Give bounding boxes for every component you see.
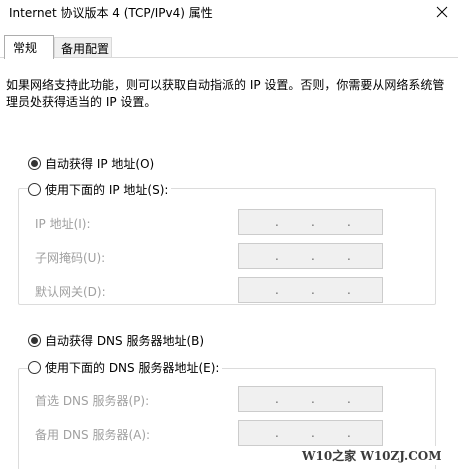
manual-dns-radio[interactable]: 使用下面的 DNS 服务器地址(E): — [28, 358, 223, 376]
radio-unselected-icon — [28, 182, 41, 196]
tab-panel-general: 如果网络支持此功能，则可以获取自动指派的 IP 设置。否则，你需要从网络系统管理… — [0, 57, 458, 469]
manual-dns-label: 使用下面的 DNS 服务器地址(E): — [45, 360, 220, 375]
ip-address-input[interactable]: ... — [238, 209, 383, 235]
site-watermark: W10之家 W10ZJ.COM — [300, 446, 444, 465]
close-icon — [436, 6, 447, 18]
default-gateway-input[interactable]: ... — [238, 277, 383, 303]
auto-dns-label: 自动获得 DNS 服务器地址(B) — [45, 333, 205, 348]
manual-ip-radio[interactable]: 使用下面的 IP 地址(S): — [28, 180, 172, 198]
preferred-dns-input[interactable]: ... — [238, 386, 383, 412]
subnet-mask-input[interactable]: ... — [238, 243, 383, 269]
radio-unselected-icon — [28, 360, 41, 374]
ip-address-label: IP 地址(I): — [35, 217, 91, 231]
alternate-dns-label: 备用 DNS 服务器(A): — [35, 428, 151, 442]
tab-alternate-config[interactable]: 备用配置 — [54, 37, 112, 57]
window-title: Internet 协议版本 4 (TCP/IPv4) 属性 — [9, 6, 213, 20]
auto-ip-radio[interactable]: 自动获得 IP 地址(O) — [28, 154, 158, 172]
radio-selected-icon — [28, 156, 41, 170]
title-bar: Internet 协议版本 4 (TCP/IPv4) 属性 — [0, 0, 458, 30]
close-button[interactable] — [425, 0, 458, 24]
tab-strip: 常规 备用配置 — [0, 35, 458, 59]
default-gateway-label: 默认网关(D): — [35, 285, 106, 299]
tab-general[interactable]: 常规 — [4, 35, 54, 59]
preferred-dns-label: 首选 DNS 服务器(P): — [35, 394, 150, 408]
auto-dns-radio[interactable]: 自动获得 DNS 服务器地址(B) — [28, 331, 208, 349]
auto-ip-label: 自动获得 IP 地址(O) — [45, 156, 155, 171]
manual-ip-label: 使用下面的 IP 地址(S): — [45, 182, 169, 197]
radio-selected-icon — [28, 333, 41, 347]
subnet-mask-label: 子网掩码(U): — [35, 251, 106, 265]
alternate-dns-input[interactable]: ... — [238, 420, 383, 446]
description-text: 如果网络支持此功能，则可以获取自动指派的 IP 设置。否则，你需要从网络系统管理… — [6, 78, 445, 109]
